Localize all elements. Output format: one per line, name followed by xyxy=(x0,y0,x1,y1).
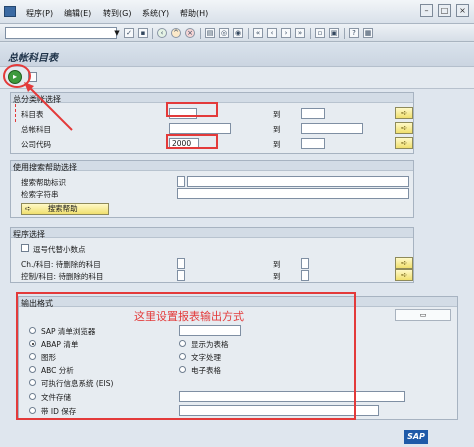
search-string-label: 检索字符串 xyxy=(21,190,59,199)
application-toolbar: ▸ xyxy=(0,67,474,89)
chart-of-accounts-highlight xyxy=(166,102,218,117)
back-icon[interactable]: ‹ xyxy=(157,28,167,38)
close-icon[interactable]: × xyxy=(456,4,469,17)
find-next-icon[interactable]: ◉ xyxy=(233,28,243,38)
search-string-field[interactable] xyxy=(177,188,409,199)
multiple-selection-button[interactable]: ➪ xyxy=(395,257,413,269)
multiple-selection-button[interactable]: ➪ xyxy=(395,107,413,119)
company-code-highlight xyxy=(166,134,218,149)
search-help-id-field[interactable] xyxy=(177,176,185,187)
group-title: 总分类帐选择 xyxy=(13,95,61,104)
ctrl-delete-from-field[interactable] xyxy=(177,270,185,281)
first-page-icon[interactable]: « xyxy=(253,28,263,38)
coa-delete-from-field[interactable] xyxy=(177,258,185,269)
search-help-id-label: 搜索帮助标识 xyxy=(21,178,66,187)
coa-delete-to-field[interactable] xyxy=(301,258,309,269)
company-code-to-field[interactable] xyxy=(301,138,325,149)
group-title: 使用搜索帮助选择 xyxy=(13,163,77,172)
ctrl-delete-to-field[interactable] xyxy=(301,270,309,281)
toolbar-separator xyxy=(344,28,345,39)
arrow-icon: ➪ xyxy=(25,204,32,213)
standard-toolbar: ▼ ✓ ▪ ‹ ^ × ▤ ◎ ◉ « ‹ › » ▫ ▣ ? ▦ xyxy=(0,24,474,42)
multiple-selection-button[interactable]: ➪ xyxy=(395,137,413,149)
focus-marker xyxy=(15,104,16,122)
gl-account-label: 总帐科目 xyxy=(21,125,51,134)
comma-decimal-checkbox[interactable] xyxy=(21,244,29,252)
multiple-selection-button[interactable]: ➪ xyxy=(395,269,413,281)
new-session-icon[interactable]: ▫ xyxy=(315,28,325,38)
help-icon[interactable]: ? xyxy=(349,28,359,38)
to-label: 到 xyxy=(273,110,281,119)
menu-bar: 程序(P) 编辑(E) 转到(G) 系统(Y) 帮助(H) – □ × xyxy=(0,0,474,24)
search-help-group: 使用搜索帮助选择 搜索帮助标识 检索字符串 ➪ 搜索帮助 xyxy=(10,160,414,218)
save-icon[interactable]: ▪ xyxy=(138,28,148,38)
menu-program[interactable]: 程序(P) xyxy=(26,8,53,19)
output-options-button[interactable]: ▭ xyxy=(395,309,451,321)
coa-delete-label: Ch./科目: 待删除的科目 xyxy=(21,260,101,269)
ctrl-delete-label: 控制/科目: 待删除的科目 xyxy=(21,272,104,281)
next-page-icon[interactable]: › xyxy=(281,28,291,38)
toolbar-separator xyxy=(200,28,201,39)
menu-system[interactable]: 系统(Y) xyxy=(142,8,169,19)
multiple-selection-button[interactable]: ➪ xyxy=(395,122,413,134)
chevron-down-icon[interactable]: ▼ xyxy=(112,28,122,38)
sap-menu-icon[interactable] xyxy=(4,6,16,17)
company-code-label: 公司代码 xyxy=(21,140,51,149)
prev-page-icon[interactable]: ‹ xyxy=(267,28,277,38)
menu-help[interactable]: 帮助(H) xyxy=(180,8,208,19)
chart-of-accounts-to-field[interactable] xyxy=(301,108,325,119)
cancel-icon[interactable]: × xyxy=(185,28,195,38)
group-title: 程序选择 xyxy=(13,230,45,239)
menu-edit[interactable]: 编辑(E) xyxy=(64,8,91,19)
search-help-id-desc xyxy=(187,176,409,187)
toolbar-separator xyxy=(152,28,153,39)
to-label: 到 xyxy=(273,140,281,149)
gl-account-to-field[interactable] xyxy=(301,123,363,134)
program-selection-group: 程序选择 逗号代替小数点 Ch./科目: 待删除的科目 到 ➪ 控制/科目: 待… xyxy=(10,227,414,283)
minimize-icon[interactable]: – xyxy=(420,4,433,17)
last-page-icon[interactable]: » xyxy=(295,28,305,38)
toolbar-separator xyxy=(310,28,311,39)
chart-of-accounts-label: 科目表 xyxy=(21,110,44,119)
layout-icon[interactable]: ▦ xyxy=(363,28,373,38)
print-icon[interactable]: ▤ xyxy=(205,28,215,38)
group-header xyxy=(11,228,413,238)
annotation-text: 这里设置报表输出方式 xyxy=(134,310,244,323)
execute-highlight-circle xyxy=(3,64,31,88)
to-label: 到 xyxy=(273,260,281,269)
command-field[interactable]: ▼ xyxy=(5,27,120,39)
page-title: 总帐科目表 xyxy=(8,53,58,64)
maximize-icon[interactable]: □ xyxy=(438,4,451,17)
gl-account-field[interactable] xyxy=(169,123,231,134)
title-bar: 总帐科目表 xyxy=(0,43,474,67)
exit-icon[interactable]: ^ xyxy=(171,28,181,38)
menu-goto[interactable]: 转到(G) xyxy=(103,8,131,19)
sap-logo: SAP xyxy=(404,430,428,444)
shortcut-icon[interactable]: ▣ xyxy=(329,28,339,38)
comma-decimal-label: 逗号代替小数点 xyxy=(33,245,86,254)
enter-icon[interactable]: ✓ xyxy=(124,28,134,38)
toolbar-separator xyxy=(248,28,249,39)
find-icon[interactable]: ◎ xyxy=(219,28,229,38)
search-help-button[interactable]: ➪ 搜索帮助 xyxy=(21,203,109,215)
to-label: 到 xyxy=(273,272,281,281)
to-label: 到 xyxy=(273,125,281,134)
